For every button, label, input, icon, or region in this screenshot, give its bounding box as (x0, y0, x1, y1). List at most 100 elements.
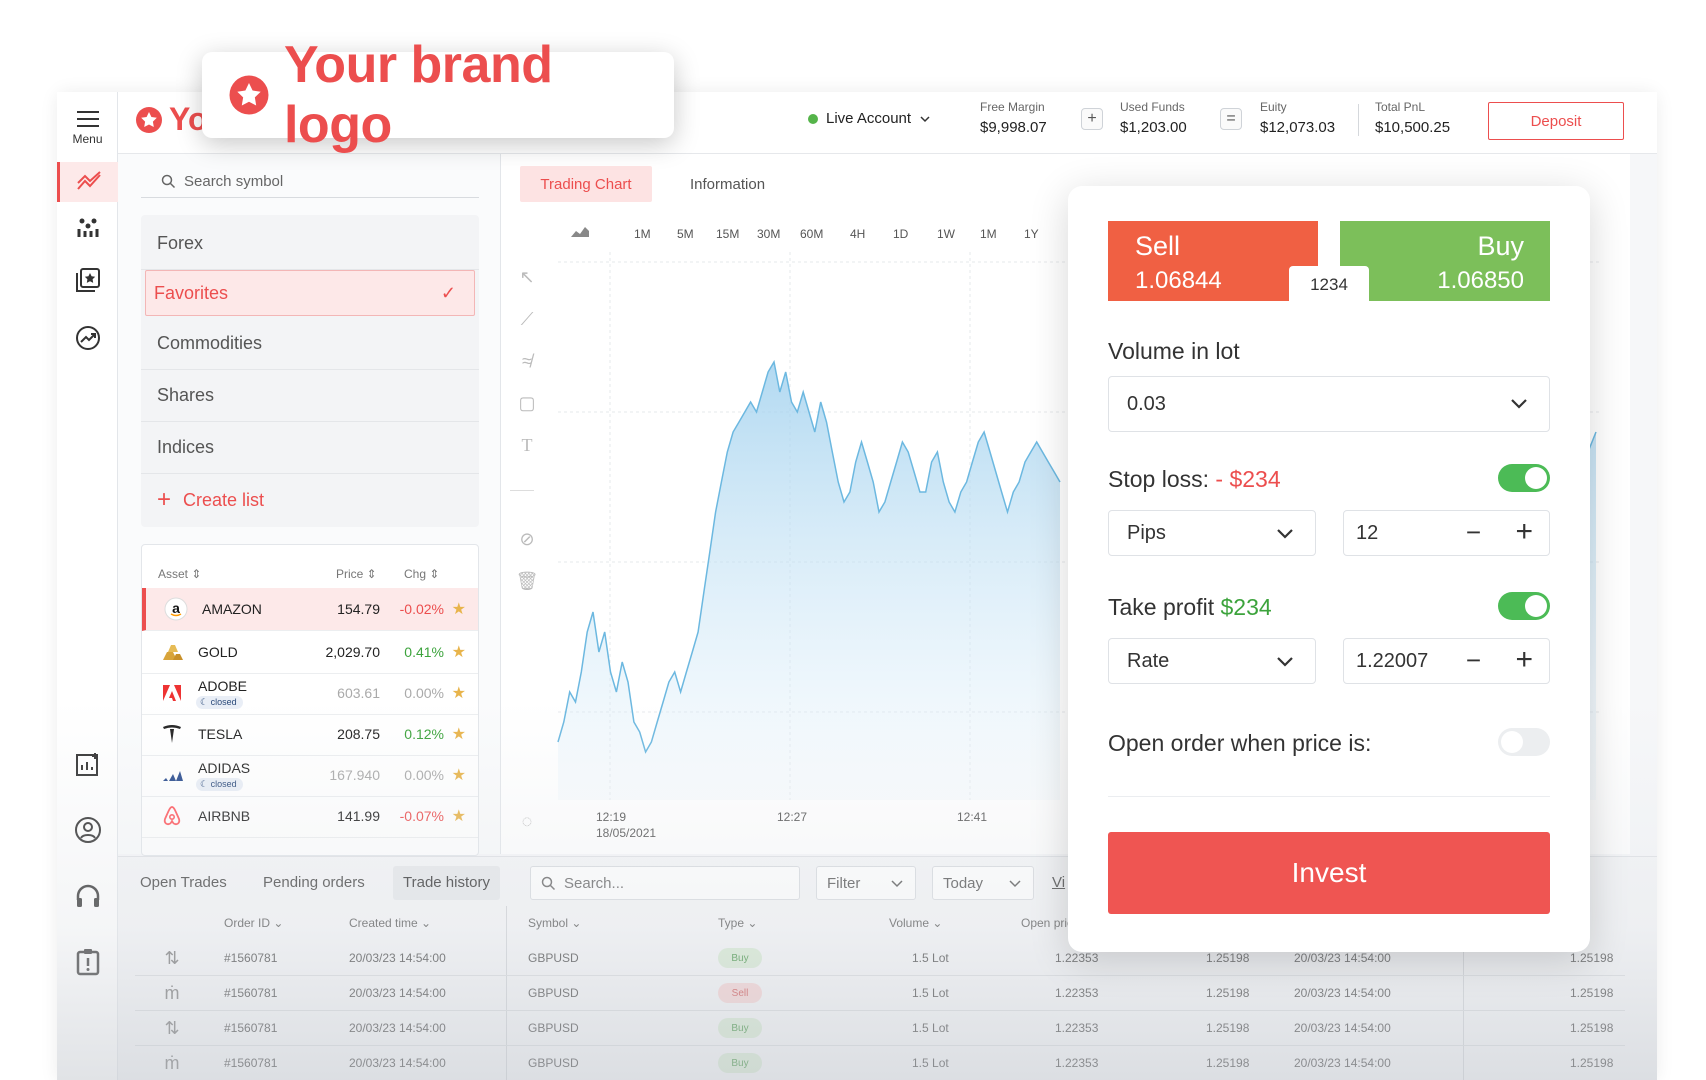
area-chart-icon[interactable] (570, 224, 590, 238)
buy-button[interactable]: Buy 1.06850 (1340, 221, 1550, 301)
chevron-down-icon (920, 115, 930, 122)
trade-col-header[interactable]: Order ID ⌄ (224, 916, 283, 930)
stop-loss-mode-select[interactable]: Pips (1108, 510, 1316, 556)
col-asset[interactable]: Asset ⇕ (158, 567, 201, 581)
symbol-search-input[interactable]: Search symbol (141, 166, 479, 198)
plus-icon[interactable]: + (1515, 515, 1533, 549)
view-button[interactable]: Vi (1052, 874, 1065, 891)
x-label: 12:27 (777, 810, 808, 824)
filter-select[interactable]: Filter (816, 866, 916, 900)
create-list-button[interactable]: + Create list (141, 474, 479, 526)
plus-icon[interactable]: + (1515, 643, 1533, 677)
text-tool-icon[interactable]: T (512, 430, 542, 460)
asset-row-gold[interactable]: GOLD 2,029.70 0.41% ★ (142, 631, 478, 674)
tab-open-trades[interactable]: Open Trades (140, 874, 227, 891)
col-price[interactable]: Price ⇕ (336, 567, 377, 581)
rail-alerts[interactable] (57, 942, 118, 982)
star-icon[interactable]: ★ (452, 683, 466, 703)
line-tool-icon[interactable]: ⟋ (512, 304, 542, 334)
category-commodities[interactable]: Commodities (141, 318, 479, 370)
sell-button[interactable]: Sell 1.06844 (1108, 221, 1318, 301)
category-label: Favorites (154, 282, 229, 303)
menu-button[interactable]: Menu (57, 100, 118, 156)
stop-loss-stepper[interactable]: 12 − + (1343, 510, 1550, 556)
minus-icon[interactable]: − (1466, 517, 1481, 548)
tab-pending-orders[interactable]: Pending orders (263, 874, 365, 891)
asset-row-tesla[interactable]: TESLA 208.75 0.12% ★ (142, 713, 478, 756)
trade-cell-volume: 1.5 Lot (912, 1056, 949, 1070)
timeframe-button[interactable]: 15M (716, 227, 739, 241)
cursor-icon[interactable]: ↖ (512, 262, 542, 292)
take-profit-value: $234 (1220, 594, 1272, 620)
account-selector[interactable]: Live Account (808, 110, 931, 127)
rail-support[interactable] (57, 876, 118, 916)
rail-analytics[interactable] (57, 318, 118, 358)
star-icon[interactable]: ★ (452, 806, 466, 826)
take-profit-toggle[interactable] (1498, 592, 1550, 620)
volume-select[interactable]: 0.03 (1108, 376, 1550, 432)
timeframe-button[interactable]: 1M (980, 227, 997, 241)
users-icon: ṁ (164, 1052, 180, 1073)
date-select[interactable]: Today (932, 866, 1034, 900)
rail-social[interactable] (57, 208, 118, 248)
rail-watchlist[interactable] (57, 260, 118, 300)
tab-information[interactable]: Information (690, 176, 765, 193)
x-label-date: 18/05/2021 (596, 826, 657, 840)
asset-row-amazon[interactable]: a AMAZON 154.79 -0.02% ★ (142, 588, 478, 631)
trade-col-header[interactable]: Created time ⌄ (349, 916, 431, 930)
trash-icon[interactable]: 🗑 (512, 566, 542, 596)
trades-search-input[interactable]: Search... (530, 866, 800, 900)
take-profit-mode-select[interactable]: Rate (1108, 638, 1316, 684)
stop-loss-toggle[interactable] (1498, 464, 1550, 492)
timeframe-button[interactable]: 60M (800, 227, 823, 241)
timeframe-button[interactable]: 30M (757, 227, 780, 241)
category-forex[interactable]: Forex (141, 218, 479, 270)
star-icon[interactable]: ★ (452, 765, 466, 785)
trade-col-header[interactable]: Type ⌄ (718, 916, 757, 930)
stat-value: $10,500.25 (1375, 119, 1451, 136)
category-shares[interactable]: Shares (141, 370, 479, 422)
asset-price: 208.75 (337, 726, 380, 742)
users-icon (77, 218, 98, 237)
open-order-toggle[interactable] (1498, 728, 1550, 756)
category-favorites[interactable]: Favorites ✓ (145, 270, 475, 316)
star-icon[interactable]: ★ (452, 642, 466, 662)
tab-trading-chart[interactable]: Trading Chart (520, 166, 652, 202)
sell-price: 1.06844 (1135, 267, 1222, 294)
timeframe-button[interactable]: 1D (893, 227, 908, 241)
rail-trading[interactable] (57, 162, 118, 202)
trade-type-badge: Buy (718, 948, 762, 968)
asset-row-adobe[interactable]: ADOBE ☾ closed 603.61 0.00% ★ (142, 672, 478, 715)
star-icon[interactable]: ★ (452, 724, 466, 744)
asset-row-airbnb[interactable]: AIRBNB 141.99 -0.07% ★ (142, 795, 478, 838)
minus-icon[interactable]: − (1466, 645, 1481, 676)
asset-row-adidas[interactable]: ADIDAS ☾ closed 167.940 0.00% ★ (142, 754, 478, 797)
trade-col-header[interactable]: Open pric (1021, 916, 1073, 930)
timeframe-button[interactable]: 1Y (1024, 227, 1039, 241)
chevron-down-icon (1277, 529, 1293, 539)
svg-text:a: a (172, 600, 180, 616)
rail-reports[interactable] (57, 744, 118, 784)
hide-icon[interactable]: ⊘ (512, 524, 542, 554)
deposit-button[interactable]: Deposit (1488, 102, 1624, 140)
trade-cell-closed_time: 20/03/23 14:54:00 (1294, 1021, 1391, 1035)
star-icon[interactable]: ★ (452, 599, 466, 619)
timeframe-button[interactable]: 4H (850, 227, 865, 241)
timeframe-button[interactable]: 1W (937, 227, 955, 241)
amazon-logo-icon: a (164, 597, 188, 621)
fib-tool-icon[interactable]: ≉ (512, 346, 542, 376)
col-chg[interactable]: Chg ⇕ (404, 567, 439, 581)
asset-change: -0.07% (399, 808, 444, 824)
category-indices[interactable]: Indices (141, 422, 479, 474)
tab-trade-history[interactable]: Trade history (393, 866, 500, 900)
trade-col-header[interactable]: Volume ⌄ (889, 916, 942, 930)
timeframe-button[interactable]: 5M (677, 227, 694, 241)
asset-price: 603.61 (337, 685, 380, 701)
rail-profile[interactable] (57, 810, 118, 850)
invest-button[interactable]: Invest (1108, 832, 1550, 914)
reset-icon[interactable]: ◌ (512, 806, 542, 836)
trade-col-header[interactable]: Symbol ⌄ (528, 916, 581, 930)
take-profit-stepper[interactable]: 1.22007 − + (1343, 638, 1550, 684)
timeframe-button[interactable]: 1M (634, 227, 651, 241)
rectangle-tool-icon[interactable]: ▢ (512, 388, 542, 418)
